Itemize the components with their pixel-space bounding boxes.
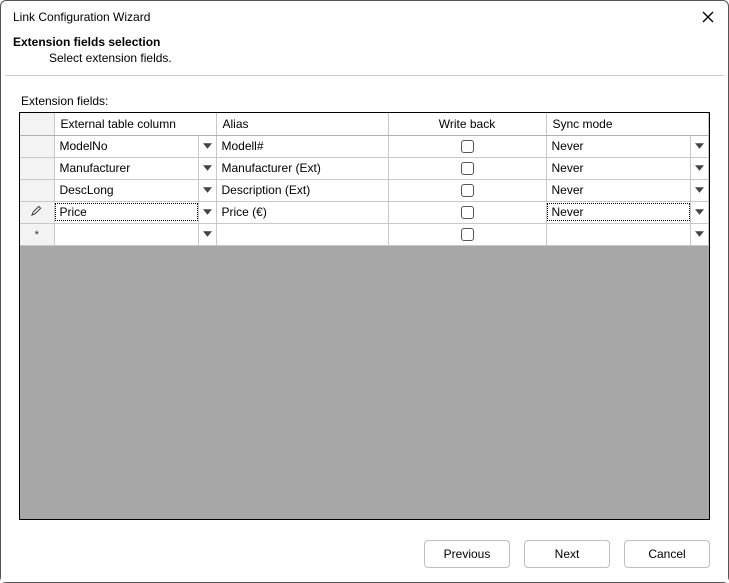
sync-mode-select[interactable]: Never [547,202,709,223]
writeback-checkbox[interactable] [461,162,474,175]
col-header-alias[interactable]: Alias [216,113,388,135]
writeback-checkbox[interactable] [461,228,474,241]
sync-mode-value: Never [547,181,691,199]
sync-mode-value: Never [547,159,691,177]
external-column-select[interactable]: Price [55,202,216,223]
close-icon [702,11,714,23]
sync-mode-select[interactable]: Never [547,136,709,157]
wizard-header: Extension fields selection Select extens… [1,29,728,75]
pencil-icon [31,205,42,216]
chevron-down-icon[interactable] [690,158,708,179]
chevron-down-icon[interactable] [198,136,216,157]
wizard-footer: Previous Next Cancel [1,530,728,582]
table-row[interactable]: Manufacturer Manufacturer (Ext) Never [20,157,709,179]
sync-mode-value [547,232,691,236]
grid-label: Extension fields: [21,94,710,108]
alias-cell[interactable]: Manufacturer (Ext) [217,159,388,177]
external-column-value: ModelNo [55,137,198,155]
external-column-select[interactable]: ModelNo [55,136,216,157]
cancel-button[interactable]: Cancel [624,540,710,568]
chevron-down-icon[interactable] [198,180,216,201]
chevron-down-icon[interactable] [690,202,708,223]
row-header[interactable] [20,179,54,201]
chevron-down-icon[interactable] [198,202,216,223]
grid-header-row: External table column Alias Write back S… [20,113,709,135]
external-column-select[interactable] [55,224,216,245]
sync-mode-select[interactable]: Never [547,158,709,179]
next-button[interactable]: Next [524,540,610,568]
alias-cell[interactable]: Price (€) [217,203,388,221]
previous-button[interactable]: Previous [424,540,510,568]
table-row[interactable]: ModelNo Modell# Never [20,135,709,157]
external-column-select[interactable]: DescLong [55,180,216,201]
sync-mode-select[interactable] [547,224,709,245]
table-row[interactable]: Price Price (€) Never [20,201,709,223]
sync-mode-value: Never [547,203,691,221]
chevron-down-icon[interactable] [690,136,708,157]
external-column-value: DescLong [55,181,198,199]
row-header[interactable] [20,201,54,223]
chevron-down-icon[interactable] [690,224,708,245]
chevron-down-icon[interactable] [690,180,708,201]
external-column-value: Price [55,203,198,221]
titlebar: Link Configuration Wizard [1,1,728,29]
grid-corner [20,113,54,135]
row-header[interactable]: * [20,223,54,245]
chevron-down-icon[interactable] [198,224,216,245]
chevron-down-icon[interactable] [198,158,216,179]
window-title: Link Configuration Wizard [13,10,150,24]
grid-empty-area [20,246,709,520]
row-header[interactable] [20,157,54,179]
col-header-external[interactable]: External table column [54,113,216,135]
content-area: Extension fields: External table column … [1,76,728,530]
external-column-value [55,232,198,236]
external-column-value: Manufacturer [55,159,198,177]
alias-cell[interactable]: Description (Ext) [217,181,388,199]
table-row[interactable]: * [20,223,709,245]
close-button[interactable] [698,7,718,27]
table-row[interactable]: DescLong Description (Ext) Never [20,179,709,201]
writeback-checkbox[interactable] [461,206,474,219]
sync-mode-select[interactable]: Never [547,180,709,201]
wizard-heading: Extension fields selection [13,35,716,49]
alias-cell[interactable]: Modell# [217,137,388,155]
writeback-checkbox[interactable] [461,140,474,153]
col-header-syncmode[interactable]: Sync mode [546,113,709,135]
alias-cell[interactable] [217,232,388,236]
wizard-subheading: Select extension fields. [13,49,716,65]
asterisk-icon: * [35,229,39,241]
row-header[interactable] [20,135,54,157]
external-column-select[interactable]: Manufacturer [55,158,216,179]
writeback-checkbox[interactable] [461,184,474,197]
extension-fields-grid[interactable]: External table column Alias Write back S… [19,112,710,520]
col-header-writeback[interactable]: Write back [388,113,546,135]
grid-table: External table column Alias Write back S… [20,113,709,246]
wizard-window: Link Configuration Wizard Extension fiel… [0,0,729,583]
sync-mode-value: Never [547,137,691,155]
